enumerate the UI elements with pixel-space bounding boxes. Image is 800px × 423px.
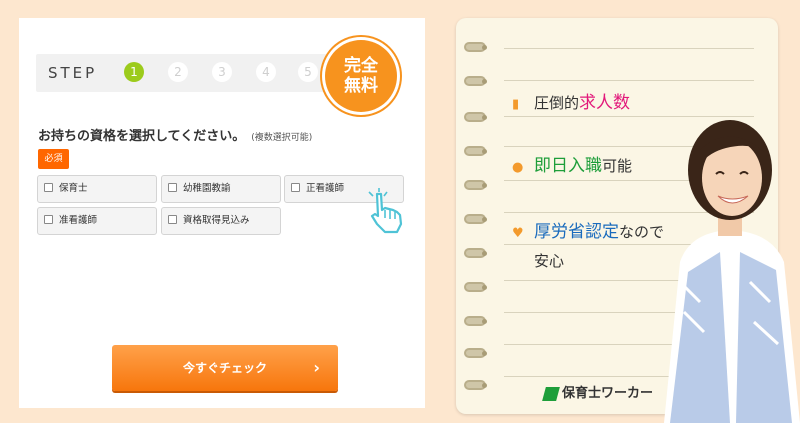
required-badge: 必須: [38, 149, 69, 169]
check-now-button[interactable]: 今すぐチェック ›: [112, 345, 338, 391]
step-progress-bar: STEP 1 2 3 4 5: [36, 54, 336, 92]
chevron-right-icon: ›: [313, 358, 320, 377]
step-1: 1: [124, 62, 144, 82]
feature-1-plain: 圧倒的: [534, 94, 580, 112]
feature-job-count: ▮ 圧倒的求人数: [512, 88, 630, 113]
checkbox[interactable]: [44, 215, 53, 224]
option-label: 資格取得見込み: [183, 215, 250, 226]
hoikushi-worker-logo: 保育士ワーカー: [542, 382, 654, 401]
binder-ring: [464, 316, 487, 326]
document-icon: ▮: [512, 97, 520, 112]
person-icon: ●: [512, 160, 524, 175]
step-5: 5: [298, 62, 318, 82]
option-label: 幼稚園教諭: [183, 183, 231, 194]
option-hoikushi[interactable]: 保育士: [37, 175, 157, 203]
binder-ring: [464, 112, 487, 122]
step-4: 4: [256, 62, 276, 82]
binder-ring: [464, 214, 487, 224]
feature-3-line-2: 安心: [534, 252, 565, 270]
ruled-line: [504, 80, 754, 81]
step-2: 2: [168, 62, 188, 82]
question-note: (複数選択可能): [251, 133, 313, 143]
checkbox[interactable]: [168, 183, 177, 192]
check-now-label: 今すぐチェック: [182, 361, 267, 375]
step-label: STEP: [48, 64, 98, 82]
question-heading: お持ちの資格を選択してください。 (複数選択可能): [38, 125, 312, 144]
feature-1-highlight: 求人数: [579, 93, 631, 113]
binder-ring: [464, 146, 487, 156]
binder-ring: [464, 248, 487, 258]
checkbox[interactable]: [291, 183, 300, 192]
option-expected-qualification[interactable]: 資格取得見込み: [161, 207, 281, 235]
step-3: 3: [212, 62, 232, 82]
ruled-line: [504, 48, 754, 49]
pointing-hand-icon: [368, 188, 403, 234]
qualification-form-card: STEP 1 2 3 4 5 完全 無料 お持ちの資格を選択してください。 (複数…: [19, 18, 425, 408]
feature-ministry-certified: ♥ 厚労省認定なので: [512, 217, 664, 242]
option-label: 正看護師: [306, 183, 345, 194]
feature-2-highlight: 即日入職: [534, 156, 602, 176]
checkbox[interactable]: [168, 215, 177, 224]
heart-icon: ♥: [512, 226, 524, 241]
option-label: 保育士: [59, 183, 88, 194]
feature-2-plain: 可能: [602, 157, 633, 175]
feature-same-day-start: ● 即日入職可能: [512, 151, 632, 176]
binder-ring: [464, 282, 487, 292]
logo-mark-icon: [542, 386, 560, 401]
feature-3-highlight: 厚労省認定: [534, 222, 619, 242]
binder-ring: [464, 380, 487, 390]
badge-line-1: 完全: [344, 56, 378, 76]
binder-ring: [464, 348, 487, 358]
logo-text: 保育士ワーカー: [562, 386, 654, 401]
binder-ring: [464, 76, 487, 86]
question-text: お持ちの資格を選択してください。: [38, 129, 246, 144]
badge-line-2: 無料: [344, 76, 378, 96]
option-kindergarten-teacher[interactable]: 幼稚園教諭: [161, 175, 281, 203]
option-label: 准看護師: [59, 215, 98, 226]
option-assistant-nurse[interactable]: 准看護師: [37, 207, 157, 235]
nurse-photo: [664, 120, 800, 423]
checkbox[interactable]: [44, 183, 53, 192]
free-badge: 完全 無料: [325, 40, 397, 112]
binder-ring: [464, 42, 487, 52]
binder-ring: [464, 180, 487, 190]
feature-3-plain: なので: [619, 223, 665, 241]
